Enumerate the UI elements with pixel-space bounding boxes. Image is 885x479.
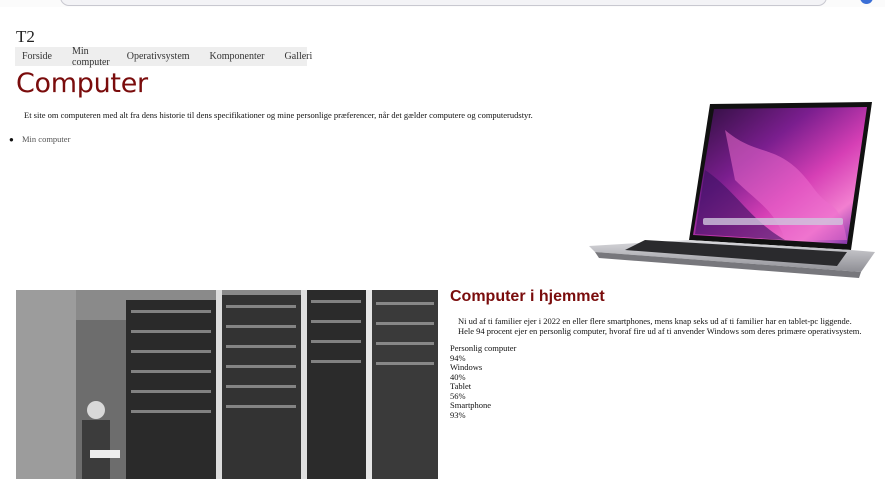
page-list: ● Min computer [9,134,70,144]
section-text-line: Ni ud af ti familier ejer i 2022 en elle… [458,316,852,326]
nav-item-operativsystem[interactable]: Operativsystem [127,51,190,62]
section-title: Computer i hjemmet [450,288,605,305]
browser-toolbar [0,0,885,7]
nav-item-komponenter[interactable]: Komponenter [210,51,265,62]
intro-text: Et site om computeren med alt fra dens h… [24,110,533,120]
profile-avatar[interactable] [860,0,873,4]
section-text-line: Hele 94 procent ejer en personlig comput… [458,326,862,336]
nav-item-galleri[interactable]: Galleri [285,51,313,62]
address-bar[interactable] [60,0,827,6]
stats-list: Personlig computer 94% Windows 40% Table… [450,343,516,420]
laptop-image [589,102,875,278]
nav-item-forside[interactable]: Forside [22,51,52,62]
historic-computer-photo [16,290,438,479]
nav-item-min-computer[interactable]: Min computer [72,46,110,68]
stat-value: 93% [450,409,466,420]
page-title: Computer [16,68,148,99]
top-navigation: Forside Min computer Operativsystem Komp… [15,46,312,68]
site-brand: T2 [16,27,35,46]
list-item[interactable]: ● Min computer [9,134,70,144]
section-text: Ni ud af ti familier ejer i 2022 en elle… [458,316,878,336]
bullet-icon: ● [9,135,14,144]
list-item-label: Min computer [22,134,71,144]
